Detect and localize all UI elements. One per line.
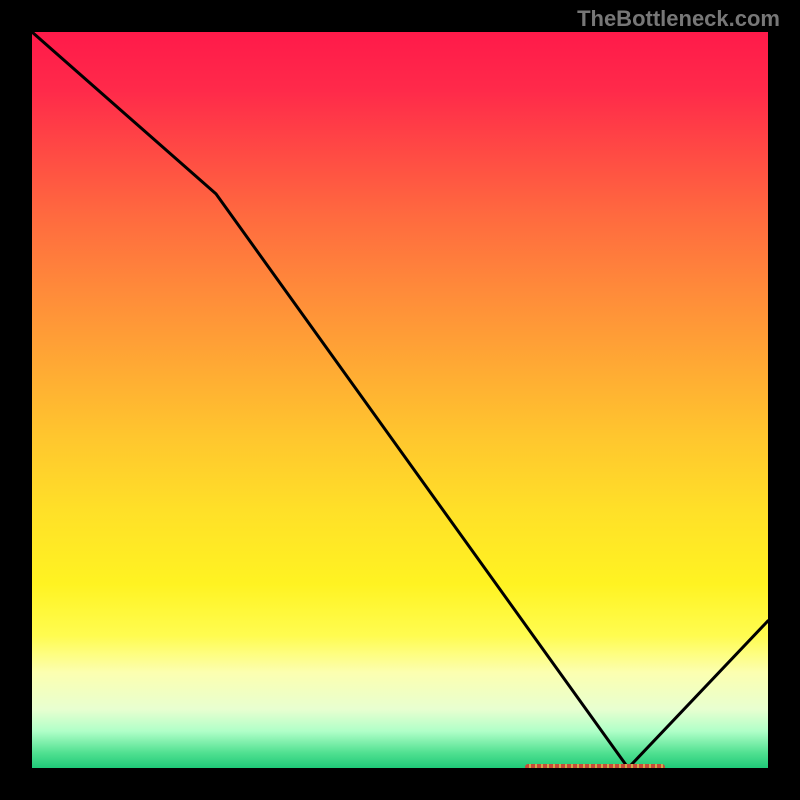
watermark-text: TheBottleneck.com	[577, 6, 780, 32]
chart-line-series	[32, 32, 768, 768]
chart-plot-area	[32, 32, 768, 768]
chart-marker-band	[525, 764, 665, 768]
